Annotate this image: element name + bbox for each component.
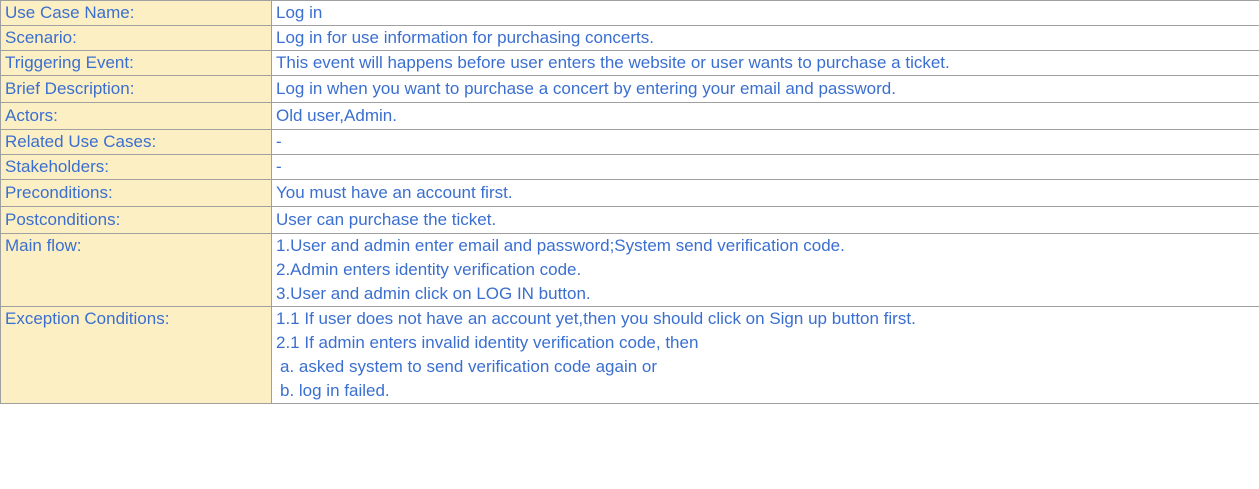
row-stakeholders: Stakeholders: - <box>0 154 1259 180</box>
main-flow-step: 1.User and admin enter email and passwor… <box>276 236 845 255</box>
label-exception-conditions: Exception Conditions: <box>0 306 272 404</box>
label-postconditions: Postconditions: <box>0 206 272 234</box>
exception-line: 1.1 If user does not have an account yet… <box>276 309 916 328</box>
row-actors: Actors: Old user,Admin. <box>0 102 1259 130</box>
main-flow-step: 3.User and admin click on LOG IN button. <box>276 284 591 303</box>
value-main-flow: 1.User and admin enter email and passwor… <box>271 233 1259 307</box>
value-scenario: Log in for use information for purchasin… <box>271 25 1259 51</box>
label-use-case-name: Use Case Name: <box>0 0 272 26</box>
value-use-case-name: Log in <box>271 0 1259 26</box>
row-preconditions: Preconditions: You must have an account … <box>0 179 1259 207</box>
value-related-use-cases: - <box>271 129 1259 155</box>
use-case-table: Use Case Name: Log in Scenario: Log in f… <box>0 0 1259 404</box>
row-related-use-cases: Related Use Cases: - <box>0 129 1259 155</box>
row-triggering-event: Triggering Event: This event will happen… <box>0 50 1259 76</box>
exception-line: 2.1 If admin enters invalid identity ver… <box>276 333 699 352</box>
value-actors: Old user,Admin. <box>271 102 1259 130</box>
exception-subline: b. log in failed. <box>280 381 390 400</box>
row-postconditions: Postconditions: User can purchase the ti… <box>0 206 1259 234</box>
label-main-flow: Main flow: <box>0 233 272 307</box>
label-scenario: Scenario: <box>0 25 272 51</box>
label-related-use-cases: Related Use Cases: <box>0 129 272 155</box>
row-main-flow: Main flow: 1.User and admin enter email … <box>0 233 1259 307</box>
label-stakeholders: Stakeholders: <box>0 154 272 180</box>
value-preconditions: You must have an account first. <box>271 179 1259 207</box>
label-triggering-event: Triggering Event: <box>0 50 272 76</box>
value-postconditions: User can purchase the ticket. <box>271 206 1259 234</box>
row-use-case-name: Use Case Name: Log in <box>0 0 1259 26</box>
exception-subline: a. asked system to send verification cod… <box>280 357 658 376</box>
main-flow-step: 2.Admin enters identity verification cod… <box>276 260 582 279</box>
label-brief-description: Brief Description: <box>0 75 272 103</box>
row-exception-conditions: Exception Conditions: 1.1 If user does n… <box>0 306 1259 404</box>
value-stakeholders: - <box>271 154 1259 180</box>
row-brief-description: Brief Description: Log in when you want … <box>0 75 1259 103</box>
value-brief-description: Log in when you want to purchase a conce… <box>271 75 1259 103</box>
value-exception-conditions: 1.1 If user does not have an account yet… <box>271 306 1259 404</box>
row-scenario: Scenario: Log in for use information for… <box>0 25 1259 51</box>
label-preconditions: Preconditions: <box>0 179 272 207</box>
value-triggering-event: This event will happens before user ente… <box>271 50 1259 76</box>
label-actors: Actors: <box>0 102 272 130</box>
